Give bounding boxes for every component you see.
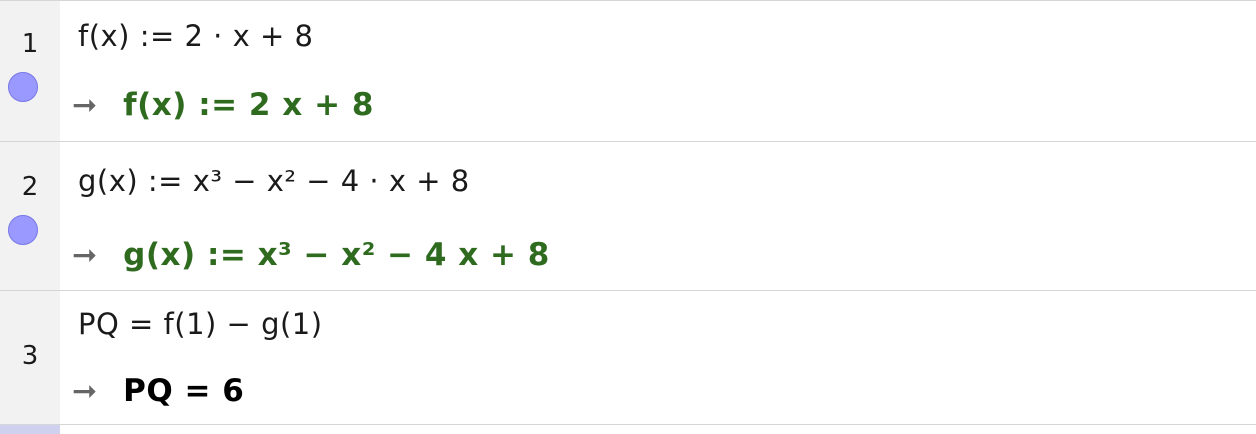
row-input[interactable]: g(x) := x³ − x² − 4 · x + 8	[78, 164, 470, 198]
row-output: ➞ PQ = 6	[72, 373, 244, 409]
cas-row[interactable]: 1 f(x) := 2 · x + 8 ➞ f(x) := 2 x + 8	[0, 0, 1256, 142]
row-input[interactable]: PQ = f(1) − g(1)	[78, 307, 323, 341]
output-result: f(x) := 2 x + 8	[123, 87, 374, 123]
row-input[interactable]: f(x) := 2 · x + 8	[78, 19, 313, 53]
row-header[interactable]: 3	[0, 291, 60, 424]
row-output: ➞ f(x) := 2 x + 8	[72, 87, 374, 123]
row-output: ➞ g(x) := x³ − x² − 4 x + 8	[72, 237, 550, 273]
output-arrow-icon: ➞	[72, 87, 98, 123]
cas-row[interactable]: 2 g(x) := x³ − x² − 4 · x + 8 ➞ g(x) := x…	[0, 142, 1256, 291]
cas-row[interactable]: 3 PQ = f(1) − g(1) ➞ PQ = 6	[0, 291, 1256, 425]
row-number[interactable]: 2	[0, 172, 60, 202]
visibility-toggle-icon[interactable]	[8, 215, 38, 245]
row-header[interactable]: 2	[0, 142, 60, 290]
output-result: PQ = 6	[123, 373, 245, 409]
output-arrow-icon: ➞	[72, 237, 98, 273]
visibility-toggle-icon[interactable]	[8, 72, 38, 102]
output-arrow-icon: ➞	[72, 373, 98, 409]
cas-view: 1 f(x) := 2 · x + 8 ➞ f(x) := 2 x + 8 2 g…	[0, 0, 1256, 434]
new-row-header[interactable]	[0, 425, 60, 434]
row-number[interactable]: 3	[0, 341, 60, 371]
row-number[interactable]: 1	[0, 29, 60, 59]
output-result: g(x) := x³ − x² − 4 x + 8	[123, 237, 550, 273]
row-header[interactable]: 1	[0, 1, 60, 141]
